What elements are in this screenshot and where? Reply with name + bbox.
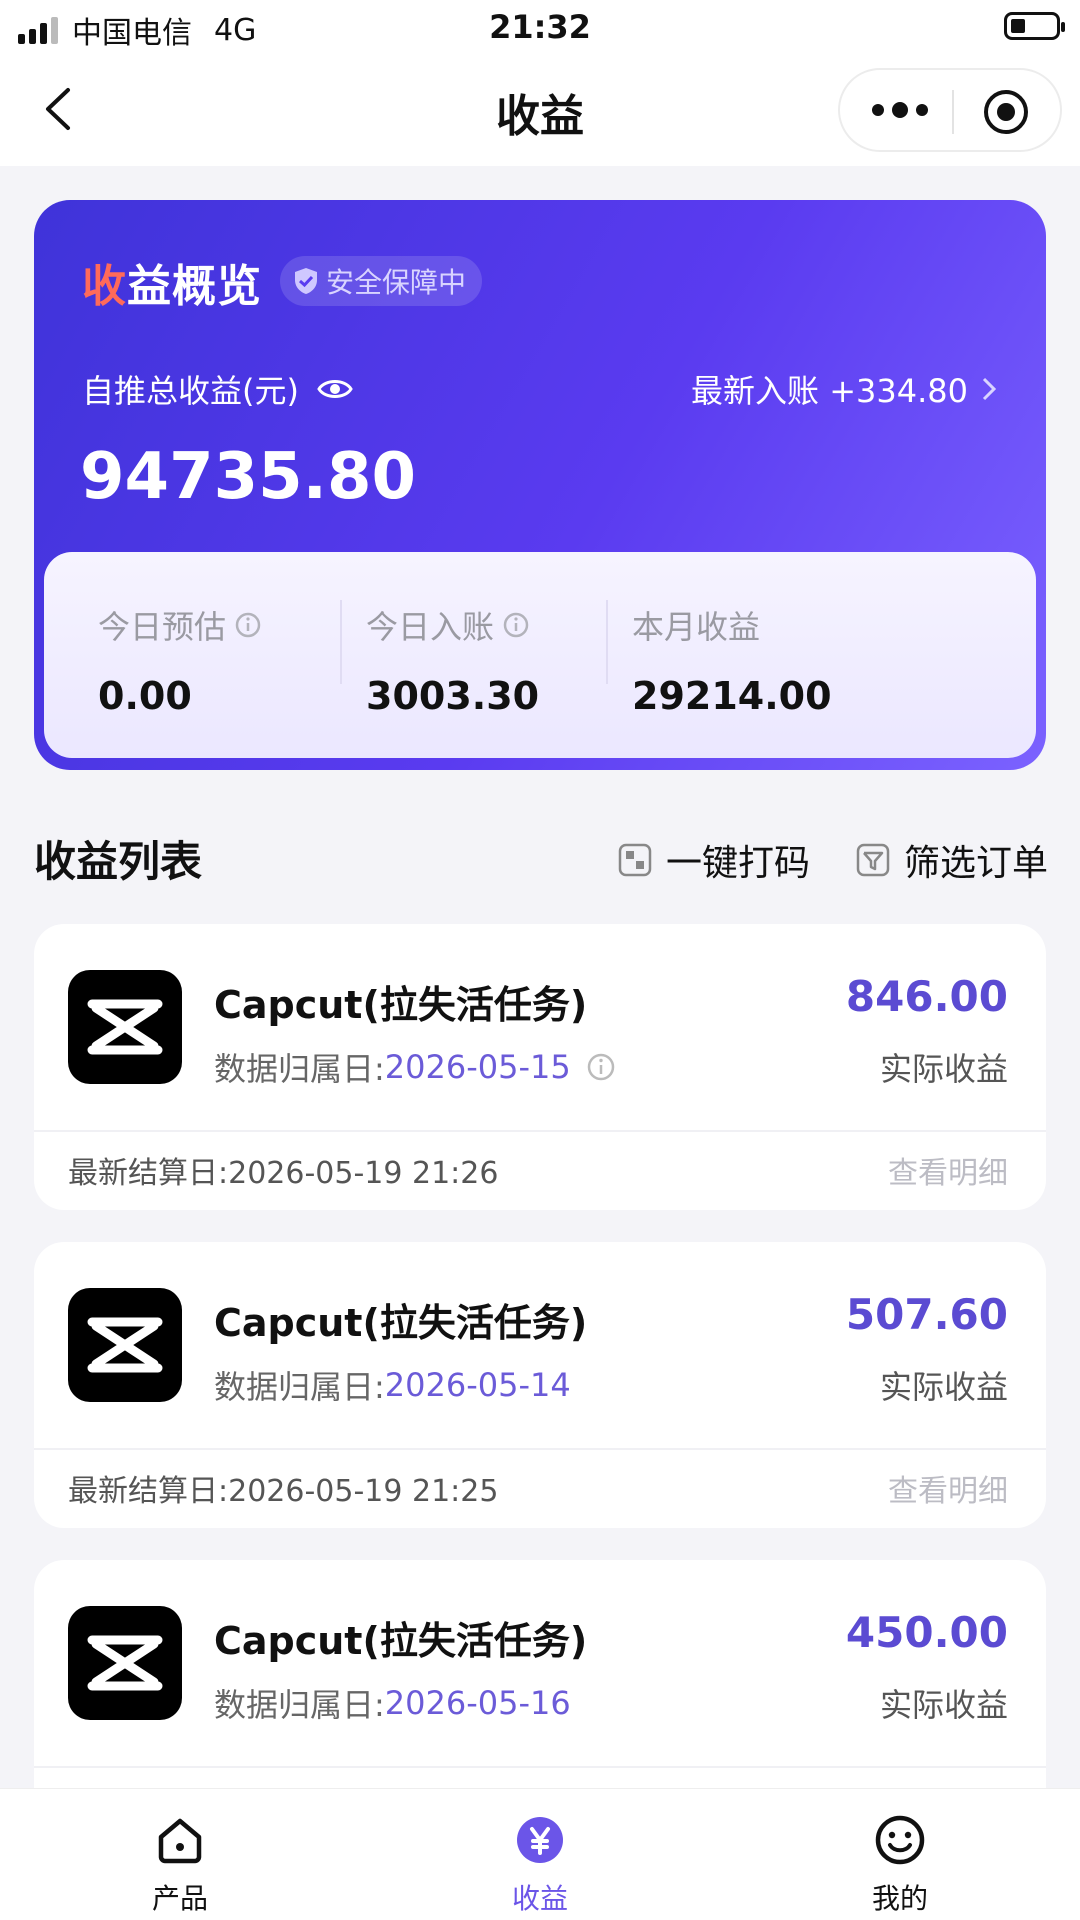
item-name: Capcut(拉失活任务) bbox=[214, 1301, 588, 1345]
card-divider bbox=[34, 1130, 1046, 1132]
capcut-logo-icon bbox=[68, 1606, 182, 1720]
item-amount: 507.60 bbox=[845, 1290, 1008, 1339]
item-amount-label: 实际收益 bbox=[879, 1368, 1008, 1406]
view-detail-link[interactable]: 查看明细 bbox=[888, 1466, 1008, 1510]
chevron-right-icon bbox=[982, 377, 996, 401]
item-date: 数据归属日: 2026-05-14 bbox=[214, 1366, 571, 1406]
stat-divider bbox=[606, 600, 608, 684]
item-settle-date: 最新结算日:2026-05-19 21:26 bbox=[68, 1156, 499, 1191]
eye-icon[interactable] bbox=[317, 377, 353, 401]
total-earnings-label: 自推总收益(元) bbox=[82, 366, 353, 412]
item-amount: 846.00 bbox=[845, 972, 1008, 1021]
mosaic-icon bbox=[618, 843, 652, 877]
bottom-tab-bar: 产品 收益 我的 bbox=[0, 1788, 1080, 1920]
yen-icon bbox=[517, 1817, 563, 1863]
item-amount: 450.00 bbox=[845, 1608, 1008, 1657]
item-name: Capcut(拉失活任务) bbox=[214, 983, 588, 1027]
security-badge: 安全保障中 bbox=[280, 256, 483, 306]
security-badge-label: 安全保障中 bbox=[326, 266, 467, 299]
capcut-logo-icon bbox=[68, 970, 182, 1084]
item-settle-date: 最新结算日:2026-05-19 21:25 bbox=[68, 1474, 499, 1509]
tab-products[interactable]: 产品 bbox=[100, 1813, 260, 1917]
earnings-item[interactable]: Capcut(拉失活任务) 数据归属日: 2026-05-14 507.60 实… bbox=[34, 1242, 1046, 1528]
one-click-code-button[interactable]: 一键打码 bbox=[618, 834, 810, 886]
capcut-logo-icon bbox=[68, 1288, 182, 1402]
info-icon[interactable] bbox=[585, 1051, 617, 1083]
item-amount-label: 实际收益 bbox=[879, 1050, 1008, 1088]
earnings-item[interactable]: Capcut(拉失活任务) 数据归属日: 2026-05-15 846.00 实… bbox=[34, 924, 1046, 1210]
latest-income-link[interactable]: 最新入账 +334.80 bbox=[691, 366, 996, 412]
overview-title: 收益概览 bbox=[82, 261, 262, 312]
tab-mine[interactable]: 我的 bbox=[820, 1813, 980, 1917]
stat-value: 3003.30 bbox=[366, 674, 540, 718]
card-divider bbox=[34, 1448, 1046, 1450]
status-time: 21:32 bbox=[489, 8, 591, 46]
stat-value: 29214.00 bbox=[632, 674, 832, 718]
nav-bar: 收益 bbox=[0, 54, 1080, 166]
home-icon bbox=[158, 1818, 202, 1864]
item-name: Capcut(拉失活任务) bbox=[214, 1619, 588, 1663]
tab-earnings[interactable]: 收益 bbox=[460, 1813, 620, 1917]
earnings-list-title: 收益列表 bbox=[34, 837, 203, 886]
battery-icon bbox=[1004, 12, 1065, 40]
total-earnings-amount: 94735.80 bbox=[80, 440, 417, 514]
item-date: 数据归属日: 2026-05-16 bbox=[214, 1684, 571, 1724]
smile-icon bbox=[875, 1815, 925, 1865]
status-bar: 中国电信 4G 21:32 bbox=[0, 0, 1080, 54]
stat-today-estimate: 今日预估 0.00 bbox=[98, 602, 262, 718]
info-icon[interactable] bbox=[502, 611, 530, 639]
item-date: 数据归属日: 2026-05-15 bbox=[214, 1044, 617, 1090]
filter-icon bbox=[856, 843, 890, 877]
filter-orders-button[interactable]: 筛选订单 bbox=[856, 834, 1048, 886]
card-divider bbox=[34, 1766, 1046, 1768]
capsule-divider bbox=[952, 90, 954, 134]
stat-value: 0.00 bbox=[98, 674, 192, 718]
stat-divider bbox=[340, 600, 342, 684]
stats-panel: 今日预估 0.00 今日入账 3003.30 本月收益 29214.00 bbox=[44, 552, 1036, 758]
info-icon[interactable] bbox=[234, 611, 262, 639]
shield-icon bbox=[295, 268, 317, 294]
stat-month-earnings: 本月收益 29214.00 bbox=[632, 608, 832, 718]
mini-program-capsule bbox=[838, 68, 1062, 152]
earnings-overview-card: 收益概览 安全保障中 自推总收益(元) 最新入账 +334.80 94735.8… bbox=[34, 200, 1046, 770]
item-amount-label: 实际收益 bbox=[879, 1686, 1008, 1724]
view-detail-link[interactable]: 查看明细 bbox=[888, 1148, 1008, 1192]
more-icon[interactable] bbox=[870, 98, 930, 122]
close-target-icon[interactable] bbox=[982, 88, 1030, 136]
stat-today-income: 今日入账 3003.30 bbox=[366, 608, 540, 718]
